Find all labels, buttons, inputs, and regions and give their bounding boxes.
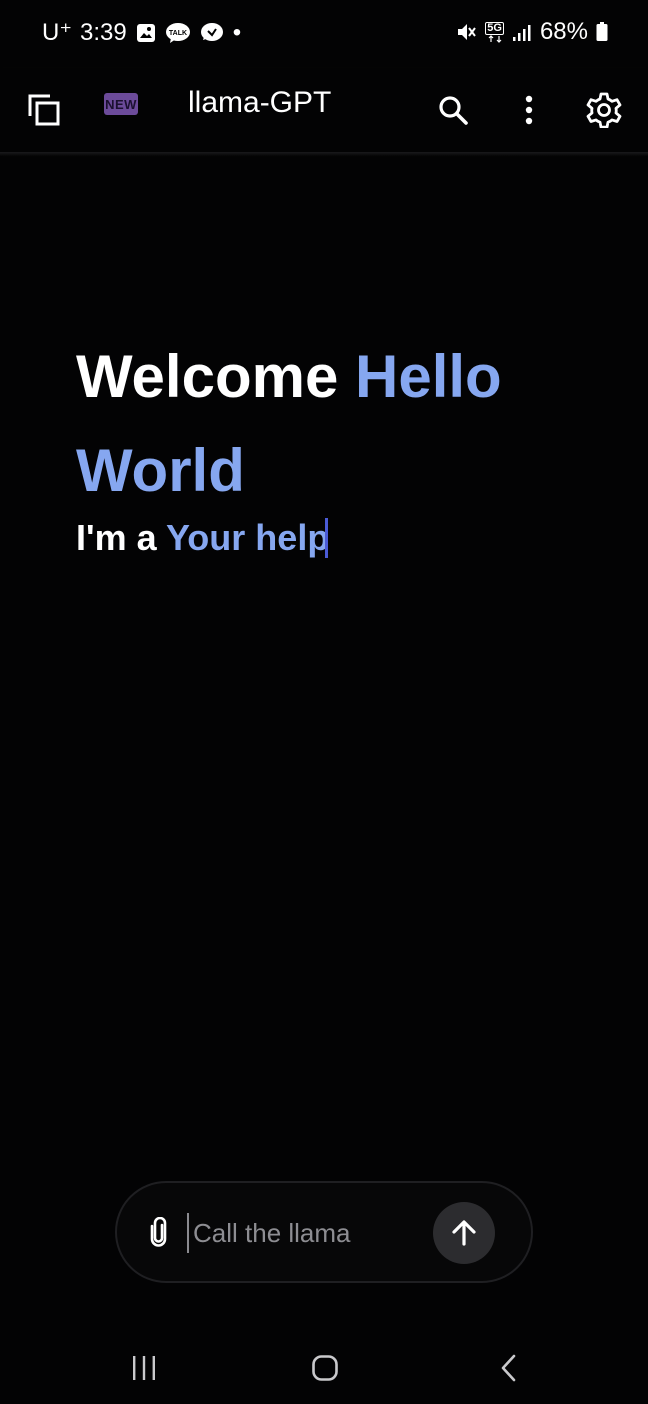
welcome-section: Welcome Hello World I'm a Your help xyxy=(76,330,596,560)
welcome-title-prefix: Welcome xyxy=(76,343,339,410)
copy-chats-icon[interactable] xyxy=(18,84,70,136)
battery-percent: 68% xyxy=(539,18,588,45)
status-time: 3:39 xyxy=(80,18,127,46)
app-title: llama-GPT xyxy=(188,86,332,119)
search-icon[interactable] xyxy=(427,84,479,136)
status-bar: U⁺ 3:39 TALK • 5G 68% xyxy=(0,0,648,68)
paperclip-icon[interactable] xyxy=(135,1208,183,1256)
back-icon[interactable] xyxy=(488,1348,528,1388)
network-5g-icon: 5G xyxy=(485,21,504,43)
app-bar-divider xyxy=(0,152,648,156)
svg-text:TALK: TALK xyxy=(169,30,187,37)
status-right: 5G 68% xyxy=(455,18,608,46)
composer-bar xyxy=(115,1181,533,1283)
home-icon[interactable] xyxy=(305,1348,345,1388)
signal-icon xyxy=(512,22,532,42)
talk-icon: TALK xyxy=(165,22,191,44)
more-vert-icon[interactable] xyxy=(503,84,555,136)
welcome-subtitle-highlight: Your help xyxy=(165,517,330,558)
new-chat-badge[interactable]: NEW xyxy=(104,93,138,115)
welcome-title: Welcome Hello World xyxy=(76,330,596,518)
carrier-label: U⁺ xyxy=(42,19,72,46)
battery-icon xyxy=(596,22,608,42)
messenger-icon xyxy=(199,22,225,44)
welcome-subtitle-prefix: I'm a xyxy=(76,517,157,558)
app-screen: U⁺ 3:39 TALK • 5G 68% NEW llama-GPT Welc… xyxy=(0,0,648,1404)
welcome-subtitle: I'm a Your help xyxy=(76,516,596,560)
network-label: 5G xyxy=(485,21,504,35)
send-button[interactable] xyxy=(433,1202,495,1264)
notification-dot: • xyxy=(232,18,242,46)
settings-gear-icon[interactable] xyxy=(578,84,630,136)
message-input[interactable] xyxy=(187,1213,429,1253)
status-left: U⁺ 3:39 TALK • xyxy=(42,18,241,47)
typing-caret xyxy=(325,518,329,558)
system-nav-bar xyxy=(0,1330,648,1404)
mute-icon xyxy=(455,21,477,43)
recent-apps-icon[interactable] xyxy=(124,1348,164,1388)
gallery-icon xyxy=(135,22,157,44)
arrow-up-icon xyxy=(452,1220,476,1246)
